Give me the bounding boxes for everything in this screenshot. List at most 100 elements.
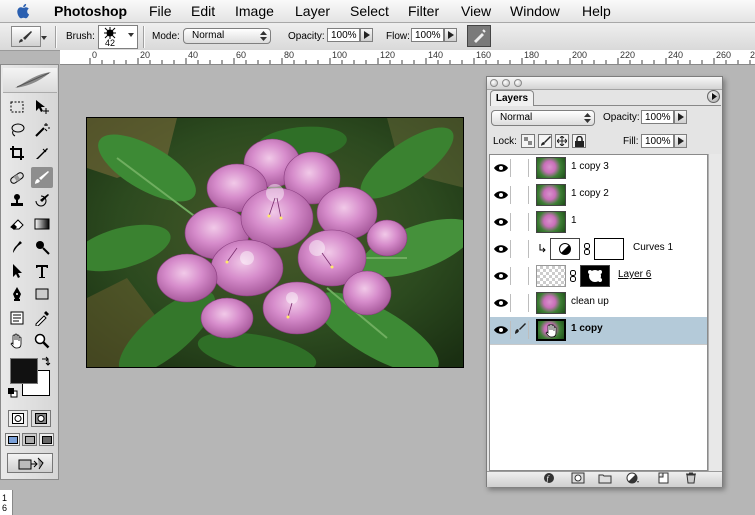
airbrush-toggle[interactable] <box>467 25 491 47</box>
menu-filter[interactable]: Filter <box>408 3 439 19</box>
shape-tool[interactable] <box>31 283 53 304</box>
opacity-input[interactable]: 100% <box>327 28 360 42</box>
trash-icon[interactable] <box>684 472 698 484</box>
brush-picker[interactable]: 42 <box>98 25 138 49</box>
tab-layers[interactable]: Layers <box>490 90 534 106</box>
layer-style-icon[interactable]: f <box>543 472 557 484</box>
eyedropper-tool[interactable] <box>31 307 53 328</box>
menu-file[interactable]: File <box>149 3 172 19</box>
add-mask-icon[interactable] <box>571 472 585 484</box>
screen-mode-standard[interactable] <box>5 433 20 446</box>
blur-tool[interactable] <box>6 236 28 257</box>
flow-label: Flow: <box>386 31 410 42</box>
lock-all-button[interactable] <box>572 134 586 148</box>
visibility-toggle[interactable] <box>492 240 511 258</box>
layer-row[interactable]: Layer 6 <box>490 263 707 291</box>
new-layer-icon[interactable] <box>656 472 670 484</box>
screen-mode-full-menu[interactable] <box>22 433 37 446</box>
clone-stamp-tool[interactable] <box>6 190 28 211</box>
opacity-slider-button[interactable] <box>360 28 373 42</box>
crop-tool[interactable] <box>6 142 28 163</box>
hand-tool[interactable] <box>6 330 28 351</box>
dodge-tool[interactable] <box>31 236 53 257</box>
flow-slider-button[interactable] <box>444 28 457 42</box>
menu-layer[interactable]: Layer <box>295 3 330 19</box>
quick-mask-button[interactable] <box>31 410 51 427</box>
layers-scrollbar[interactable] <box>708 154 721 471</box>
zoom-icon <box>34 333 50 348</box>
menu-view[interactable]: View <box>461 3 491 19</box>
link-toggle[interactable] <box>512 240 529 258</box>
blend-mode-select[interactable]: Normal <box>491 110 595 126</box>
visibility-toggle[interactable] <box>492 321 511 339</box>
menu-image[interactable]: Image <box>235 3 274 19</box>
lock-transparency-button[interactable] <box>521 134 535 148</box>
menu-select[interactable]: Select <box>350 3 389 19</box>
layer-row[interactable]: Curves 1 <box>490 236 707 264</box>
flow-input[interactable]: 100% <box>411 28 444 42</box>
slice-tool[interactable] <box>31 142 53 163</box>
palette-titlebar[interactable] <box>487 77 722 90</box>
brush-active-indicator[interactable] <box>512 321 529 339</box>
move-tool[interactable] <box>31 96 53 117</box>
visibility-toggle[interactable] <box>492 294 511 312</box>
visibility-toggle[interactable] <box>492 213 511 231</box>
brush-tool[interactable] <box>31 167 53 188</box>
fill-input[interactable]: 100% <box>641 134 674 148</box>
gradient-tool[interactable] <box>31 213 53 234</box>
layer-row-selected[interactable]: 1 copy <box>490 317 707 345</box>
visibility-toggle[interactable] <box>492 159 511 177</box>
healing-brush-tool[interactable] <box>6 167 28 188</box>
type-tool[interactable] <box>31 260 53 281</box>
palette-minimize-button[interactable] <box>502 79 510 87</box>
tool-preset-picker[interactable] <box>11 26 41 47</box>
apple-icon[interactable] <box>17 3 31 19</box>
window-icon <box>8 436 18 444</box>
link-toggle[interactable] <box>512 294 529 312</box>
layer-opacity-slider-button[interactable] <box>674 110 687 124</box>
foreground-color-swatch[interactable] <box>10 358 38 384</box>
path-selection-tool[interactable] <box>6 260 28 281</box>
lock-pixels-button[interactable] <box>538 134 552 148</box>
fill-slider-button[interactable] <box>674 134 687 148</box>
marquee-tool[interactable] <box>6 96 28 117</box>
link-toggle[interactable] <box>512 186 529 204</box>
notes-tool[interactable] <box>6 307 28 328</box>
lasso-tool[interactable] <box>6 119 28 140</box>
layer-thumbnail <box>536 184 566 206</box>
zoom-tool[interactable] <box>31 330 53 351</box>
new-group-icon[interactable] <box>598 472 612 484</box>
history-brush-tool[interactable] <box>31 190 53 211</box>
menu-app-photoshop[interactable]: Photoshop <box>54 3 127 19</box>
magic-wand-tool[interactable] <box>31 119 53 140</box>
document-canvas[interactable] <box>86 117 464 368</box>
screen-mode-full[interactable] <box>39 433 54 446</box>
layer-row[interactable]: 1 copy 2 <box>490 182 707 210</box>
link-toggle[interactable] <box>512 159 529 177</box>
link-toggle[interactable] <box>512 213 529 231</box>
palette-menu-button[interactable] <box>707 90 720 103</box>
toolbox-header[interactable] <box>3 68 57 93</box>
menu-edit[interactable]: Edit <box>191 3 215 19</box>
pen-tool[interactable] <box>6 283 28 304</box>
eraser-tool[interactable] <box>6 213 28 234</box>
mode-select[interactable]: Normal <box>183 28 271 44</box>
new-adjustment-layer-icon[interactable] <box>626 472 640 484</box>
palette-close-button[interactable] <box>490 79 498 87</box>
layer-row[interactable]: 1 <box>490 209 707 237</box>
default-colors-icon[interactable] <box>8 388 18 398</box>
layer-row[interactable]: 1 copy 3 <box>490 155 707 183</box>
standard-mode-button[interactable] <box>8 410 28 427</box>
palette-zoom-button[interactable] <box>514 79 522 87</box>
visibility-toggle[interactable] <box>492 186 511 204</box>
lock-position-button[interactable] <box>555 134 569 148</box>
jump-to-imageready-button[interactable] <box>7 453 53 473</box>
layer-name: 1 copy 2 <box>571 188 609 199</box>
link-toggle[interactable] <box>512 267 529 285</box>
menu-help[interactable]: Help <box>582 3 611 19</box>
swap-colors-icon[interactable] <box>40 356 52 368</box>
menu-window[interactable]: Window <box>510 3 560 19</box>
layer-row[interactable]: clean up <box>490 290 707 318</box>
visibility-toggle[interactable] <box>492 267 511 285</box>
layer-opacity-input[interactable]: 100% <box>641 110 674 124</box>
